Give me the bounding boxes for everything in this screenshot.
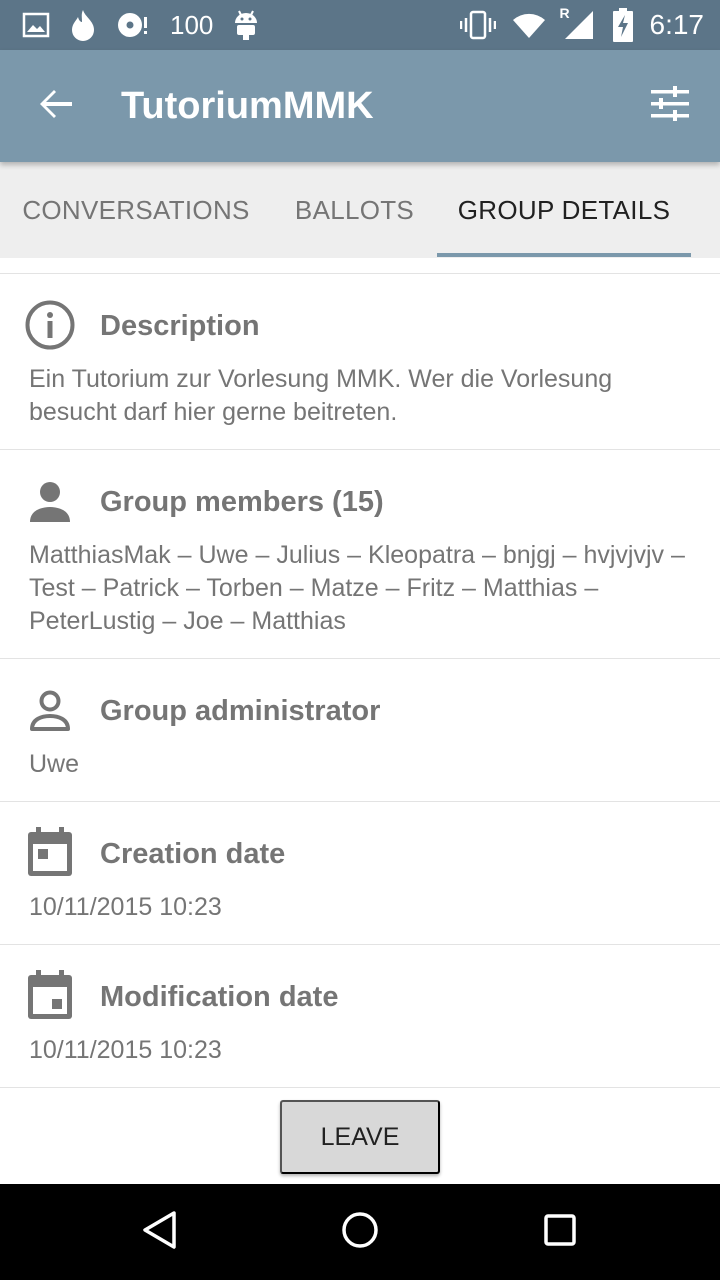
members-section: Group members (15) MatthiasMak – Uwe – J… xyxy=(0,449,720,659)
back-triangle-icon xyxy=(140,1210,180,1255)
person-icon xyxy=(24,476,76,528)
network-indicator: R xyxy=(559,5,570,21)
page-title: TutoriumMMK xyxy=(121,85,374,127)
tab-ballots[interactable]: BALLOTS xyxy=(272,162,437,258)
creation-date-value: 10/11/2015 10:23 xyxy=(29,893,222,921)
home-circle-icon xyxy=(340,1210,380,1255)
modification-date-section: Modification date 10/11/2015 10:23 xyxy=(0,944,720,1088)
tab-indicator xyxy=(437,253,691,257)
tab-bar: CONVERSATIONS BALLOTS GROUP DETAILS xyxy=(0,162,720,258)
navigation-bar xyxy=(0,1184,720,1280)
signal-icon: R xyxy=(560,5,596,41)
members-list: MatthiasMak – Uwe – Julius – Kleopatra –… xyxy=(29,541,685,635)
app-bar: TutoriumMMK xyxy=(0,50,720,162)
back-button[interactable] xyxy=(28,78,84,134)
clock: 6:17 xyxy=(649,9,705,40)
nav-back-button[interactable] xyxy=(132,1204,188,1260)
wifi-icon xyxy=(512,11,546,39)
description-title: Description xyxy=(100,310,260,342)
arrow-back-icon xyxy=(38,86,74,127)
info-icon xyxy=(24,299,76,351)
tab-conversations[interactable]: CONVERSATIONS xyxy=(0,162,272,258)
vibrate-icon xyxy=(459,10,496,40)
administrator-title: Group administrator xyxy=(100,695,381,727)
nav-recents-button[interactable] xyxy=(532,1204,588,1260)
tune-icon xyxy=(651,85,689,127)
android-icon xyxy=(233,9,259,41)
nav-home-button[interactable] xyxy=(332,1204,388,1260)
settings-button[interactable] xyxy=(642,78,698,134)
flame-icon xyxy=(70,9,96,41)
administrator-section: Group administrator Uwe xyxy=(0,658,720,802)
person-outline-icon xyxy=(24,685,76,737)
calendar-event-icon xyxy=(24,969,76,1021)
image-icon xyxy=(22,11,50,39)
calendar-icon xyxy=(24,826,76,878)
tab-group-details[interactable]: GROUP DETAILS xyxy=(437,162,691,258)
disc-icon xyxy=(116,10,150,40)
battery-level-text: 100 xyxy=(170,9,214,40)
leave-button[interactable]: LEAVE xyxy=(280,1100,440,1174)
creation-date-section: Creation date 10/11/2015 10:23 xyxy=(0,801,720,945)
modification-date-title: Modification date xyxy=(100,981,339,1013)
battery-charging-icon xyxy=(612,8,634,42)
status-bar: 100 R 6:17 xyxy=(0,0,720,50)
description-text: Ein Tutorium zur Vorlesung MMK. Wer die … xyxy=(29,365,613,426)
modification-date-value: 10/11/2015 10:23 xyxy=(29,1036,222,1064)
creation-date-title: Creation date xyxy=(100,838,286,870)
administrator-name: Uwe xyxy=(29,750,80,778)
members-title: Group members (15) xyxy=(100,486,384,518)
recents-square-icon xyxy=(540,1210,580,1255)
description-section: Description Ein Tutorium zur Vorlesung M… xyxy=(0,273,720,450)
